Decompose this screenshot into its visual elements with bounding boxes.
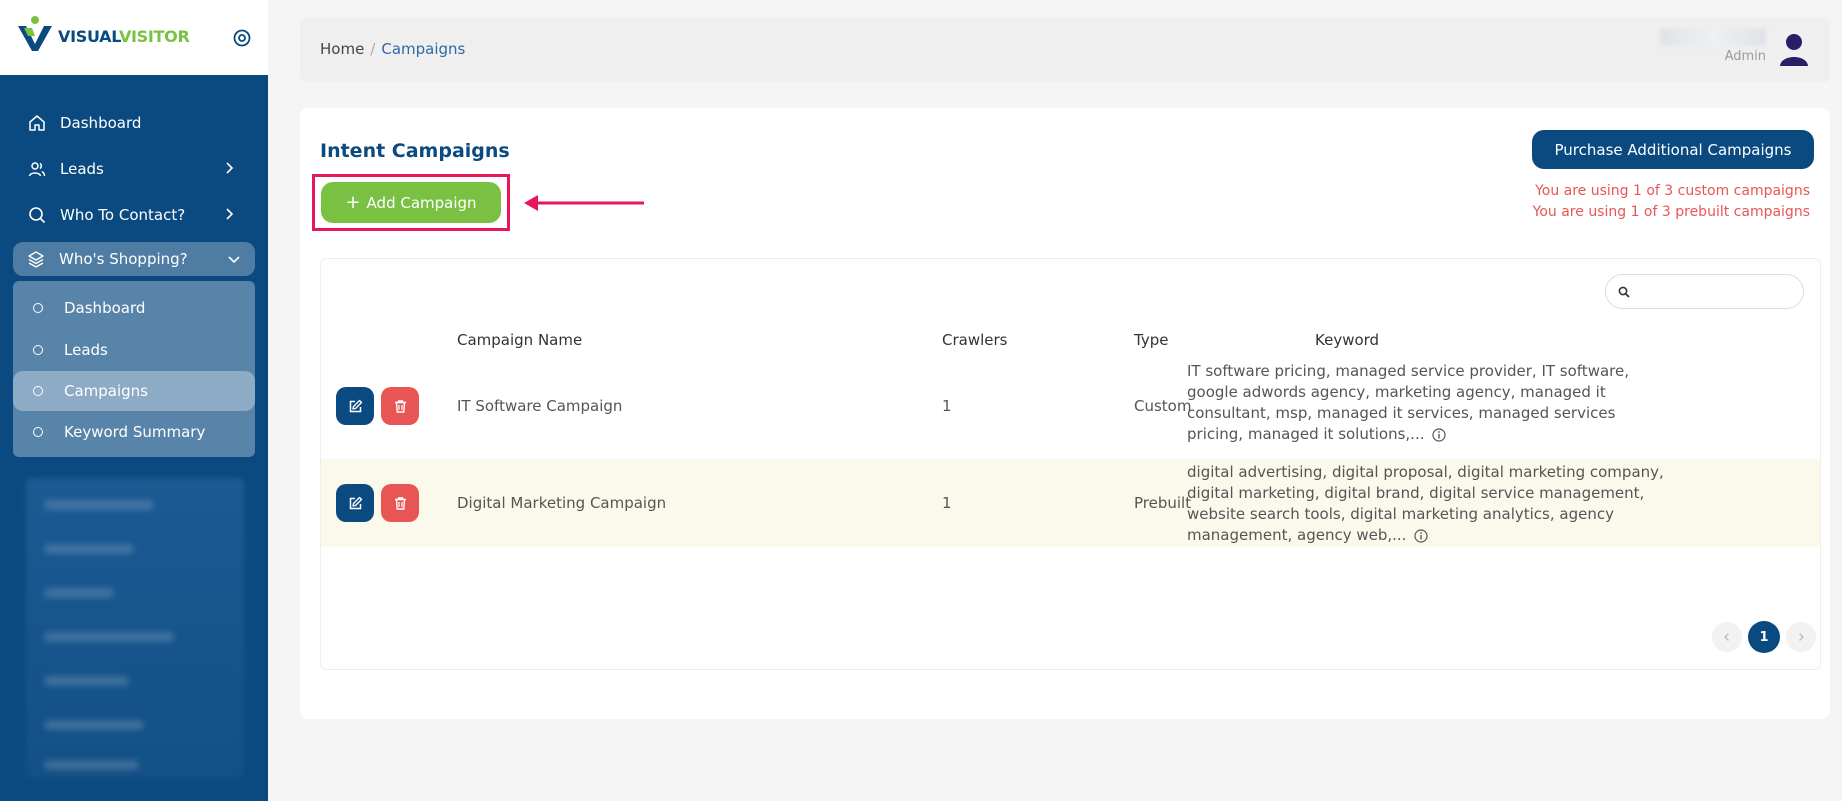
circle-bullet-icon [33,427,43,437]
sidebar-item-leads[interactable]: Leads [0,146,268,192]
add-campaign-label: Add Campaign [366,193,477,212]
user-role: Admin [1724,49,1766,64]
column-header-keyword[interactable]: Keyword [1315,331,1379,349]
search-icon [1618,286,1630,298]
edit-icon [349,399,362,412]
layers-icon [28,251,44,268]
delete-button[interactable] [381,387,419,425]
submenu-item-label: Leads [64,341,108,359]
circle-bullet-icon [33,345,43,355]
sidebar-item-label: Who To Contact? [60,206,186,224]
usage-prebuilt: You are using 1 of 3 prebuilt campaigns [1532,204,1810,220]
submenu-item-label: Dashboard [64,299,146,317]
logo-text-part2: VISITOR [118,26,190,46]
table-search-input[interactable] [1605,274,1804,309]
edit-button[interactable] [336,387,374,425]
purchase-additional-campaigns-button[interactable]: Purchase Additional Campaigns [1532,130,1814,169]
type-cell: Custom [1134,397,1192,415]
usage-custom: You are using 1 of 3 custom campaigns [1535,183,1810,199]
plus-icon: + [345,191,361,213]
column-header-campaign-name[interactable]: Campaign Name [457,331,582,349]
trash-icon [394,496,406,510]
user-name-blurred [1660,28,1766,46]
page-title: Intent Campaigns [320,140,510,162]
sidebar: VISUALVISITOR Dashboard Leads Who To Con… [0,0,268,801]
trash-icon [394,399,406,413]
delete-button[interactable] [381,484,419,522]
submenu-item-keyword-summary[interactable]: Keyword Summary [13,411,255,453]
submenu-item-campaigns[interactable]: Campaigns [13,371,255,411]
table-row: IT Software Campaign 1 Custom IT softwar… [321,353,1820,459]
sidebar-item-whos-shopping[interactable]: Who's Shopping? [13,242,255,276]
column-header-type[interactable]: Type [1134,331,1168,349]
breadcrumb-current: Campaigns [381,40,466,58]
home-icon [29,115,45,131]
pagination-next-button[interactable] [1786,622,1816,652]
whos-shopping-submenu: Dashboard Leads Campaigns Keyword Summar… [13,281,255,457]
circle-bullet-icon [33,303,43,313]
blurred-menu-area [26,478,244,778]
logo-text: VISUALVISITOR [58,27,190,46]
breadcrumb: Home / Campaigns [320,40,465,58]
chevron-right-icon [226,162,234,174]
crawlers-cell: 1 [942,494,952,512]
add-campaign-button[interactable]: + Add Campaign [321,182,501,223]
logo[interactable]: VISUALVISITOR [14,14,190,54]
campaign-name-cell: IT Software Campaign [457,397,623,415]
pagination-prev-button[interactable] [1712,622,1742,652]
sidebar-header: VISUALVISITOR [0,0,268,75]
breadcrumb-separator: / [370,40,376,58]
sidebar-item-who-to-contact[interactable]: Who To Contact? [0,192,268,238]
table-row: Digital Marketing Campaign 1 Prebuilt di… [321,459,1820,547]
keyword-text: IT software pricing, managed service pro… [1187,362,1629,443]
chevron-right-icon [226,208,234,220]
submenu-item-leads[interactable]: Leads [13,329,255,371]
user-info: Admin [1660,26,1766,64]
submenu-item-label: Keyword Summary [64,423,206,441]
keyword-cell: IT software pricing, managed service pro… [1187,361,1667,445]
arrow-left-annotation-icon [524,195,644,211]
top-header: Home / Campaigns Admin [300,18,1830,82]
circle-bullet-icon [33,386,43,396]
info-icon[interactable] [1432,427,1447,442]
pagination-page-button[interactable]: 1 [1748,621,1780,653]
search-icon [29,207,46,224]
chevron-left-icon [1724,633,1729,641]
submenu-item-dashboard[interactable]: Dashboard [13,287,255,329]
submenu-item-label: Campaigns [64,382,149,400]
column-header-crawlers[interactable]: Crawlers [942,331,1007,349]
info-icon[interactable] [1414,528,1429,543]
chevron-right-icon [1799,633,1804,641]
keyword-cell: digital advertising, digital proposal, d… [1187,462,1667,546]
chevron-down-icon [228,256,240,264]
sidebar-nav: Dashboard Leads Who To Contact? Who's Sh… [0,100,268,457]
campaigns-table: Campaign Name Crawlers Type Keyword IT S… [320,258,1821,670]
avatar[interactable] [1772,26,1816,70]
logo-text-part1: VISUAL [58,26,119,46]
campaigns-card: Intent Campaigns + Add Campaign Purchase… [300,108,1830,719]
edit-button[interactable] [336,484,374,522]
logo-icon [18,16,52,51]
sidebar-item-label: Dashboard [60,114,142,132]
type-cell: Prebuilt [1134,494,1192,512]
crawlers-cell: 1 [942,397,952,415]
sidebar-item-label: Leads [60,160,104,178]
breadcrumb-home[interactable]: Home [320,40,364,58]
add-campaign-highlight: + Add Campaign [312,174,510,231]
campaign-name-cell: Digital Marketing Campaign [457,494,667,512]
user-menu[interactable]: Admin [1660,26,1816,70]
usage-info: You are using 1 of 3 custom campaigns Yo… [1533,181,1810,223]
sidebar-item-label: Who's Shopping? [59,250,188,268]
edit-icon [349,496,362,509]
users-icon [28,162,46,177]
pagination: 1 [1712,621,1816,653]
sidebar-item-dashboard[interactable]: Dashboard [0,100,268,146]
sidebar-toggle-icon[interactable] [232,28,252,48]
